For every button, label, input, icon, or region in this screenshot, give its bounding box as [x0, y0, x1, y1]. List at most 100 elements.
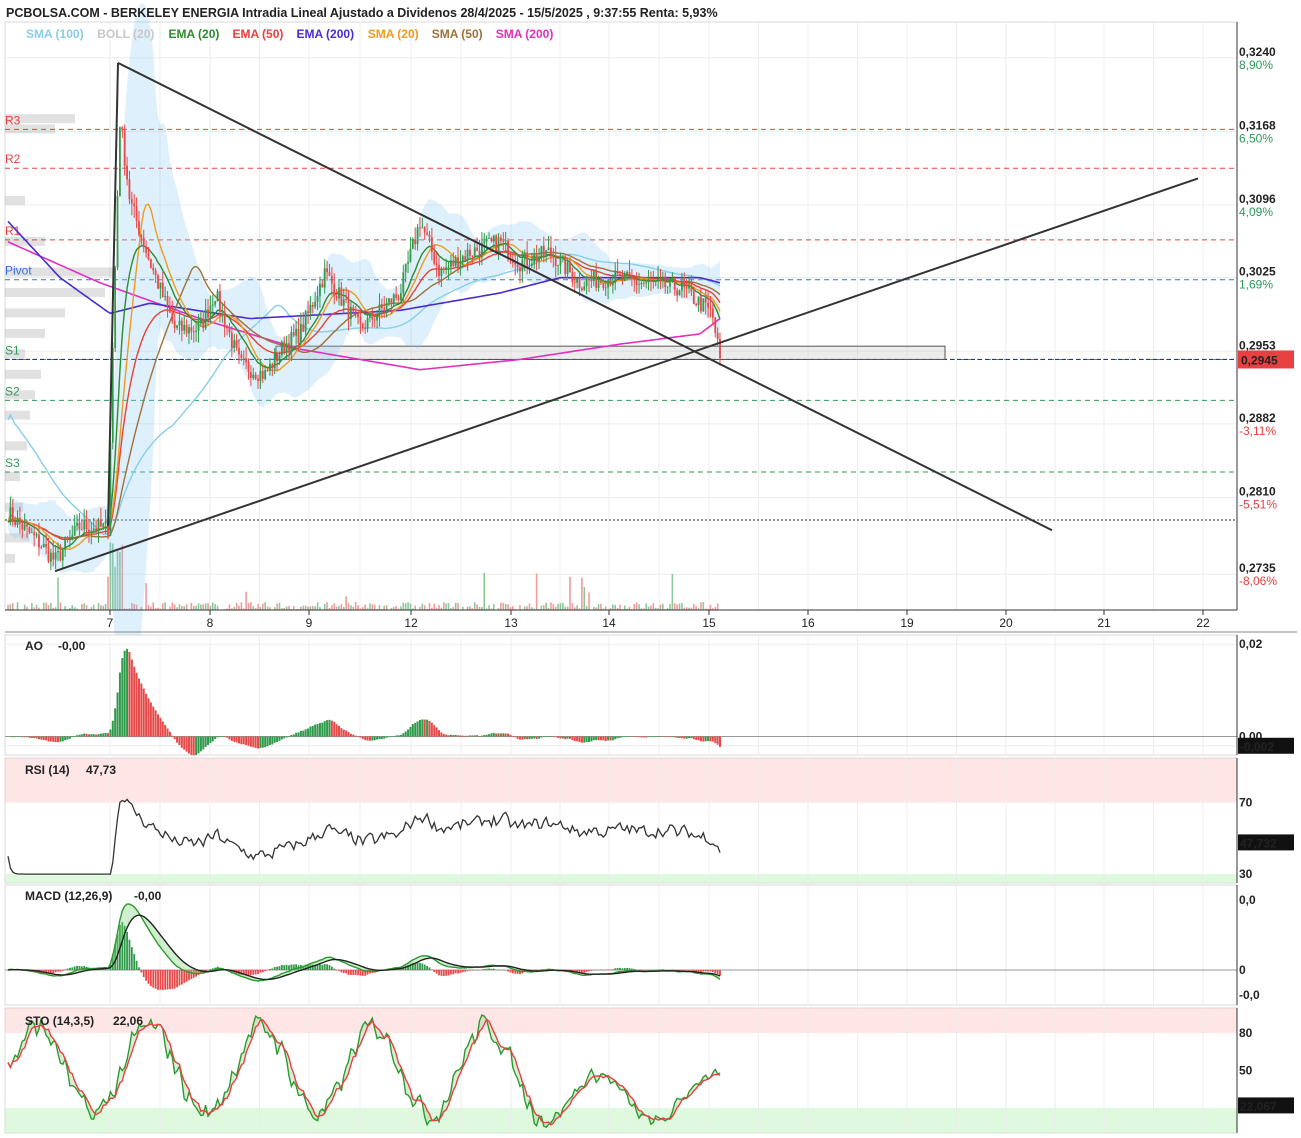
- ao-bar: [571, 736, 574, 740]
- ao-bar: [590, 736, 593, 742]
- candle-body: [464, 256, 467, 261]
- ao-bar: [480, 735, 483, 737]
- candle-body: [19, 517, 21, 524]
- ao-bar: [247, 736, 250, 746]
- candle-body: [238, 347, 240, 355]
- ao-bar: [385, 736, 388, 738]
- legend-entry: BOLL (20): [97, 27, 154, 41]
- ao-bar: [533, 736, 536, 739]
- candle-body: [228, 328, 231, 333]
- candle-body: [611, 283, 614, 286]
- macd-hist-bar: [611, 969, 614, 970]
- ao-bar: [309, 726, 312, 737]
- macd-hist-bar: [333, 968, 336, 970]
- ao-bar: [99, 733, 102, 737]
- ao-bar: [49, 736, 52, 742]
- volume-bar: [623, 605, 626, 610]
- macd-hist-bar: [283, 965, 286, 970]
- ao-bar: [245, 736, 248, 746]
- ao-bar: [126, 648, 129, 737]
- ao-bar: [187, 736, 190, 754]
- ao-bar: [9, 736, 12, 738]
- candle-body: [523, 252, 526, 260]
- volume-bar: [473, 602, 476, 610]
- ao-bar: [164, 724, 167, 737]
- macd-hist-bar: [657, 969, 659, 970]
- candle-body: [114, 267, 117, 348]
- candle-body: [492, 235, 495, 242]
- ao-bar: [304, 729, 307, 737]
- ao-bar: [716, 736, 719, 745]
- volume-bar: [35, 604, 38, 610]
- candle-body: [69, 537, 71, 541]
- macd-hist-bar: [616, 967, 619, 970]
- candle-body: [342, 299, 345, 306]
- ao-bar: [516, 736, 519, 739]
- volume-bar: [331, 605, 333, 610]
- candle-body: [559, 257, 562, 266]
- candle-body: [221, 311, 224, 313]
- macd-hist-bar: [614, 968, 617, 970]
- volume-bar: [71, 605, 74, 610]
- ao-bar: [57, 736, 60, 743]
- volume-bar: [97, 603, 100, 610]
- stock-chart: R3R2R1PivotS1S2S3 0,32408,90%0,31686,50%…: [0, 0, 1301, 1138]
- y-tick-label: 0,2882: [1239, 411, 1276, 425]
- candle-body: [364, 327, 367, 329]
- candle-body: [21, 523, 24, 530]
- candle-body: [402, 272, 405, 294]
- candle-body: [185, 324, 188, 334]
- candle-body: [647, 279, 650, 283]
- volume-bar: [507, 604, 509, 610]
- candle-body: [683, 282, 686, 288]
- volume-bar: [371, 604, 374, 610]
- ao-bar: [447, 735, 450, 737]
- candle-body: [119, 127, 121, 197]
- volume-bar: [581, 577, 583, 610]
- volume-bar: [257, 604, 259, 610]
- macd-hist-bar: [426, 965, 429, 970]
- ao-bar: [66, 736, 69, 740]
- candle-body: [564, 256, 567, 275]
- macd-hist-bar: [254, 970, 257, 975]
- x-tick-label: 14: [602, 616, 616, 630]
- candle-body: [235, 340, 238, 348]
- candle-body: [309, 305, 312, 313]
- candle-body: [404, 263, 407, 273]
- y-tick-percent: 6,50%: [1239, 131, 1273, 145]
- macd-hist-bar: [350, 970, 352, 975]
- candle-body: [80, 529, 83, 531]
- candle-body: [271, 363, 274, 369]
- sto-oversold-zone: [5, 1108, 1237, 1133]
- legend-entry: SMA (200): [496, 27, 554, 41]
- macd-hist-bar: [428, 967, 431, 970]
- candle-body: [450, 260, 452, 267]
- candle-body: [130, 199, 133, 204]
- volume-bar: [304, 605, 307, 610]
- ao-bar: [583, 736, 586, 743]
- ao-bar: [359, 736, 362, 738]
- ao-bar: [461, 735, 464, 737]
- volume-bar: [669, 603, 671, 610]
- ao-bar: [464, 735, 467, 737]
- volume-bar: [364, 604, 366, 610]
- candle-body: [657, 277, 659, 281]
- ao-tick-label: 0,02: [1239, 637, 1263, 651]
- volume-bar: [150, 606, 152, 610]
- macd-hist-bar: [464, 970, 467, 972]
- candle-body: [264, 370, 267, 379]
- volume-bar: [314, 606, 316, 610]
- volume-bar: [588, 592, 590, 610]
- volume-bar: [316, 602, 319, 610]
- ao-bar: [521, 736, 524, 740]
- ao-bar: [442, 733, 445, 737]
- macd-hist-bar: [347, 970, 350, 975]
- ao-bar: [435, 727, 438, 737]
- candle-body: [352, 307, 355, 312]
- chart-title: PCBOLSA.COM - BERKELEY ENERGIA Intradia …: [6, 6, 718, 20]
- ao-bar: [30, 736, 33, 739]
- candle-body: [350, 307, 352, 319]
- candle-body: [583, 286, 586, 291]
- ao-bar: [109, 729, 112, 737]
- volume-profile-bar: [5, 308, 65, 318]
